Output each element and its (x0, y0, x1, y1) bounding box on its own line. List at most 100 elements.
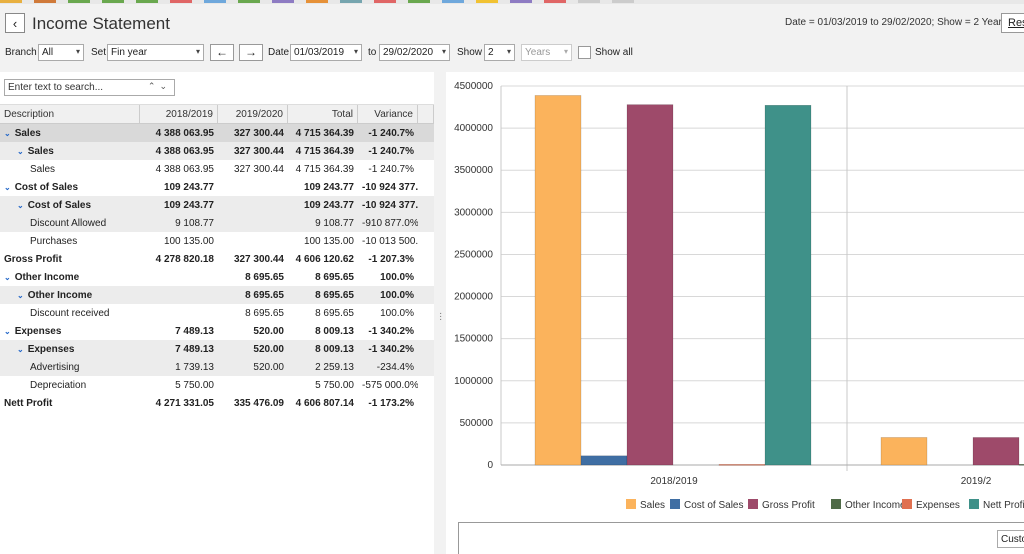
show-count-select[interactable]: 2 ▾ (484, 44, 515, 61)
date-from-picker[interactable]: 01/03/2019 ▾ (290, 44, 362, 61)
cell-v2: 327 300.44 (233, 145, 284, 157)
chevron-down-icon[interactable]: ⌄ (17, 345, 24, 354)
row-description: Purchases (0, 236, 140, 247)
row-description: ⌄ Other Income (0, 290, 140, 301)
row-description-text: Expenses (14, 325, 62, 337)
table-row[interactable]: ⌄ Sales 4 388 063.95 327 300.44 4 715 364.39… (0, 124, 434, 142)
chevron-down-icon[interactable]: ⌄ (17, 291, 24, 300)
cell-v2: 327 300.44 (233, 127, 284, 139)
chevron-down-icon[interactable]: ⌄ (4, 183, 11, 192)
row-description: Discount Allowed (0, 218, 140, 229)
table-row[interactable]: ⌄ Other Income 8 695.65 8 695.65 100.0% (0, 268, 434, 286)
chevron-down-icon[interactable]: ⌄ (159, 81, 171, 91)
bar-sales (880, 437, 928, 466)
chevron-down-icon: ▾ (441, 47, 446, 56)
bar-gross-profit (972, 437, 1020, 466)
date-to-value: 29/02/2020 (383, 47, 434, 58)
search-nav-controls[interactable]: ⌃⌄ (148, 81, 171, 92)
cell-v2: 327 300.44 (233, 253, 284, 265)
column-header[interactable]: Total (288, 105, 358, 123)
table-row[interactable]: Sales 4 388 063.95 327 300.44 4 715 364.39 -… (0, 160, 434, 178)
panel-splitter-handle[interactable]: · · · (439, 309, 442, 325)
cell-v1: 7 489.13 (175, 343, 214, 355)
next-period-button[interactable]: → (239, 44, 263, 61)
cell-v1: 4 278 820.18 (155, 253, 214, 265)
table-row[interactable]: Gross Profit 4 278 820.18 327 300.44 4 606 … (0, 250, 434, 268)
app-tab-marker (170, 0, 192, 3)
app-tab-marker (442, 0, 464, 3)
set-select[interactable]: Fin year ▾ (107, 44, 204, 61)
app-tab-marker (68, 0, 90, 3)
row-description: ⌄ Sales (0, 128, 140, 139)
y-tick-label: 4500000 (454, 81, 493, 92)
date-to-picker[interactable]: 29/02/2020 ▾ (379, 44, 450, 61)
row-description: ⌄ Expenses (0, 344, 140, 355)
period-type-select[interactable]: Years ▾ (521, 44, 572, 61)
app-tab-marker (34, 0, 56, 3)
y-tick-label: 0 (487, 460, 493, 471)
date-label: Date (268, 47, 290, 58)
chevron-down-icon[interactable]: ⌄ (4, 273, 11, 282)
chevron-down-icon[interactable]: ⌄ (4, 129, 11, 138)
show-label: Show (457, 47, 483, 58)
chevron-down-icon[interactable]: ⌄ (4, 327, 11, 336)
cell-v2: 520.00 (253, 325, 284, 337)
cell-var: -10 013 500.0 (362, 235, 418, 247)
table-row[interactable]: Discount received 8 695.65 8 695.65 100.0% (0, 304, 434, 322)
chevron-down-icon: ▾ (75, 47, 80, 56)
cell-v1: 109 243.77 (163, 181, 214, 193)
search-input[interactable]: Enter text to search... ⌃⌄ (4, 79, 175, 96)
bar-gross-profit (626, 104, 674, 466)
cell-var: -1 207.3% (368, 253, 414, 265)
row-description: Depreciation (0, 380, 140, 391)
row-description-text: Sales (14, 127, 41, 139)
customize-button[interactable]: Custo (997, 530, 1024, 548)
chevron-down-icon: ▾ (563, 47, 568, 56)
chevron-down-icon[interactable]: ⌄ (17, 147, 24, 156)
cell-total: 8 695.65 (315, 271, 354, 283)
table-row[interactable]: Discount Allowed 9 108.77 9 108.77 -910 877… (0, 214, 434, 232)
y-tick-label: 4000000 (454, 123, 493, 134)
table-row[interactable]: Depreciation 5 750.00 5 750.00 -575 000.0% (0, 376, 434, 394)
bottom-options-box (458, 522, 1024, 554)
cell-total: 4 606 120.62 (295, 253, 354, 265)
cell-var: 100.0% (380, 307, 414, 319)
cell-var: -1 340.2% (368, 343, 414, 355)
y-tick-label: 1000000 (454, 376, 493, 387)
show-all-checkbox[interactable] (578, 46, 591, 59)
branch-select[interactable]: All ▾ (38, 44, 84, 61)
column-header[interactable]: Description (0, 105, 140, 123)
table-row[interactable]: ⌄ Expenses 7 489.13 520.00 8 009.13 -1 340.2% (0, 340, 434, 358)
legend-label: Cost of Sales (684, 500, 743, 511)
table-row[interactable]: ⌄ Sales 4 388 063.95 327 300.44 4 715 364.39… (0, 142, 434, 160)
table-row[interactable]: ⌄ Other Income 8 695.65 8 695.65 100.0% (0, 286, 434, 304)
filter-toolbar: Branch All ▾ Set Fin year ▾ ← → Date 01/03… (0, 44, 1024, 62)
bar-chart: 0 500000 1000000 1500000 2000000 2500000 30000… (454, 81, 1024, 511)
table-row[interactable]: Nett Profit 4 271 331.05 335 476.09 4 606 8… (0, 394, 434, 412)
legend-swatch (626, 499, 636, 509)
back-button[interactable]: ‹ (5, 13, 25, 33)
chevron-up-icon[interactable]: ⌃ (148, 81, 160, 91)
table-row[interactable]: Advertising 1 739.13 520.00 2 259.13 -234.4% (0, 358, 434, 376)
date-range-summary: Date = 01/03/2019 to 29/02/2020; Show = … (785, 17, 1007, 28)
reset-button[interactable]: Res (1001, 13, 1024, 33)
column-header[interactable]: 2018/2019 (140, 105, 218, 123)
row-description: ⌄ Sales (0, 146, 140, 157)
cell-var: 100.0% (380, 289, 414, 301)
table-row[interactable]: ⌄ Expenses 7 489.13 520.00 8 009.13 -1 340.2% (0, 322, 434, 340)
row-description-text: Depreciation (30, 379, 87, 391)
table-row[interactable]: Purchases 100 135.00 100 135.00 -10 013 500… (0, 232, 434, 250)
chevron-down-icon[interactable]: ⌄ (17, 201, 24, 210)
search-placeholder: Enter text to search... (8, 82, 104, 93)
app-tab-marker (374, 0, 396, 3)
row-description: Advertising (0, 362, 140, 373)
cell-v2: 8 695.65 (245, 289, 284, 301)
column-header[interactable]: Variance (358, 105, 418, 123)
table-row[interactable]: ⌄ Cost of Sales 109 243.77 109 243.77 -10 92… (0, 178, 434, 196)
set-label: Set (91, 47, 107, 58)
table-row[interactable]: ⌄ Cost of Sales 109 243.77 109 243.77 -10 92… (0, 196, 434, 214)
previous-period-button[interactable]: ← (210, 44, 234, 61)
column-header[interactable]: 2019/2020 (218, 105, 288, 123)
cell-var: -10 924 377. (362, 199, 418, 211)
row-description-text: Sales (30, 163, 56, 175)
